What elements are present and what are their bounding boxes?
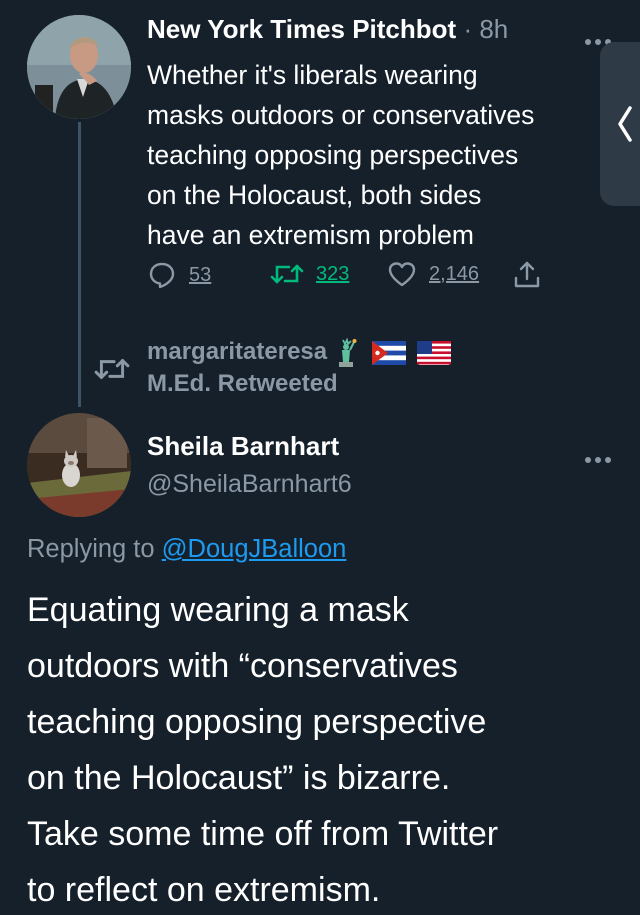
heart-icon bbox=[388, 262, 416, 287]
retweet-count: 323 bbox=[316, 262, 350, 285]
retweet-icon bbox=[94, 359, 130, 379]
retweeted-by-text: margaritateresa M.Ed. Retweeted bbox=[147, 336, 452, 400]
header-separator: · bbox=[463, 14, 473, 44]
reply-count: 53 bbox=[189, 263, 212, 286]
statue-of-liberty-emoji bbox=[338, 337, 357, 367]
replying-to-link[interactable]: @DougJBalloon bbox=[162, 535, 347, 563]
avatar-sheila-barnhart[interactable] bbox=[27, 413, 131, 517]
replying-to: Replying to @DougJBalloon bbox=[27, 535, 346, 564]
timeline: New York Times Pitchbot · 8h Whether it'… bbox=[0, 0, 640, 915]
share-action[interactable] bbox=[513, 260, 541, 290]
replying-to-label: Replying to bbox=[27, 535, 155, 563]
chevron-left-icon bbox=[618, 106, 632, 142]
tweet-text: Equating wearing a mask outdoors with “c… bbox=[27, 591, 499, 909]
retweet-icon bbox=[270, 264, 304, 284]
tweet-timestamp[interactable]: 8h bbox=[479, 14, 508, 44]
cuba-flag-emoji bbox=[372, 340, 407, 365]
retweeted-label: M.Ed. Retweeted bbox=[147, 370, 338, 397]
side-panel-tab[interactable] bbox=[600, 42, 640, 206]
thread-connector-line bbox=[78, 122, 81, 407]
like-count: 2,146 bbox=[429, 262, 480, 285]
usa-flag-emoji bbox=[417, 340, 452, 365]
tweet-header: New York Times Pitchbot · 8h bbox=[147, 14, 508, 45]
tweet-actions: 53 323 2,146 bbox=[147, 260, 567, 292]
tweet-text: Whether it's liberals wearing masks outd… bbox=[147, 60, 535, 250]
like-action[interactable]: 2,146 bbox=[387, 260, 479, 288]
author-handle[interactable]: @SheilaBarnhart6 bbox=[147, 470, 352, 499]
avatar-new-york-times-pitchbot[interactable] bbox=[27, 15, 131, 119]
author-name[interactable]: Sheila Barnhart bbox=[147, 431, 339, 462]
retweet-action[interactable]: 323 bbox=[270, 260, 349, 288]
more-options-icon[interactable] bbox=[584, 442, 612, 468]
author-name[interactable]: New York Times Pitchbot bbox=[147, 14, 456, 44]
retweeted-by-banner[interactable]: margaritateresa M.Ed. Retweeted bbox=[94, 336, 614, 400]
retweeter-name: margaritateresa bbox=[147, 338, 328, 365]
reply-bubble-icon bbox=[149, 262, 175, 289]
reply-action[interactable]: 53 bbox=[147, 260, 211, 290]
share-icon bbox=[514, 261, 540, 288]
